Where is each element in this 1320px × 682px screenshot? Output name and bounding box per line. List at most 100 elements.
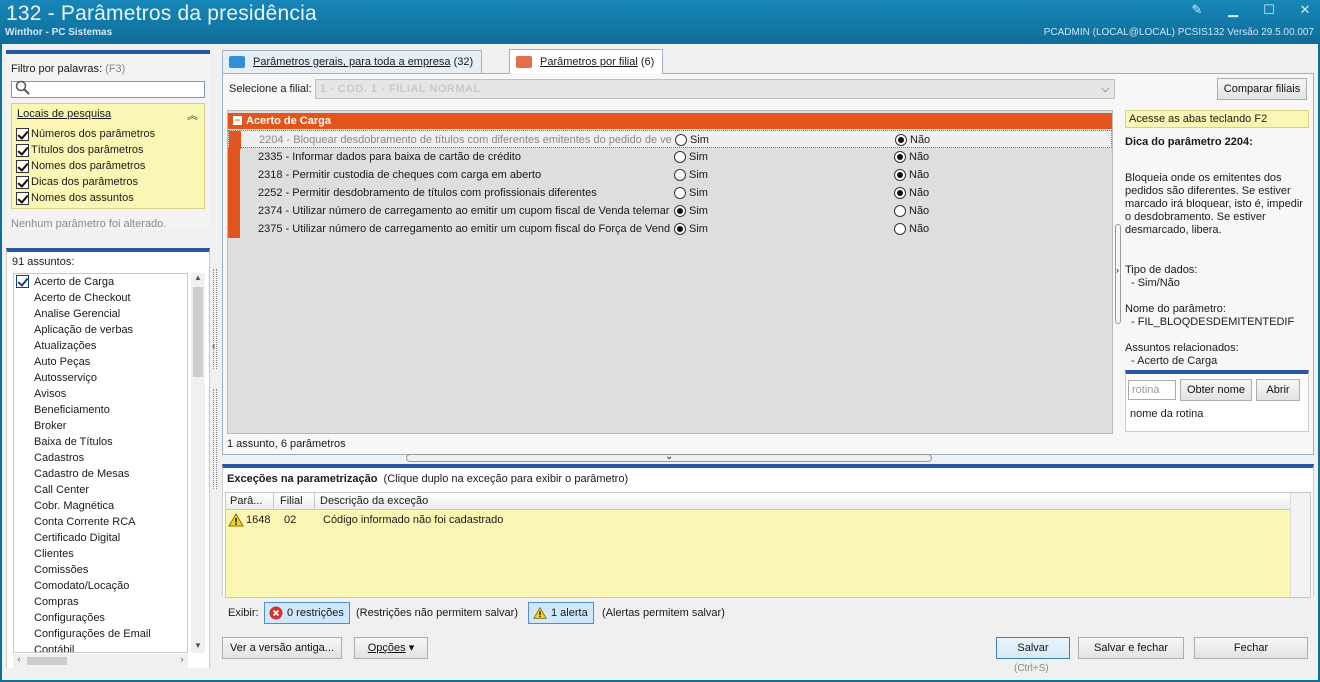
subjects-hscrollbar[interactable]: ‹ › [13, 654, 188, 668]
tab-branch-params[interactable]: Parâmetros por filial (6) [509, 49, 664, 74]
list-item[interactable]: Aplicação de verbas [14, 322, 187, 338]
list-item[interactable]: Call Center [14, 482, 187, 498]
param-row[interactable]: 2252 - Permitir desdobramento de títulos… [228, 184, 1112, 202]
collapse-icon[interactable]: − [233, 116, 242, 125]
edit-icon[interactable]: ✎ [1190, 2, 1204, 18]
close-window-button[interactable]: Fechar [1194, 637, 1308, 659]
list-item[interactable]: Certificado Digital [14, 530, 187, 546]
param-row[interactable]: 2318 - Permitir custodia de cheques com … [228, 166, 1112, 184]
list-item[interactable]: Conta Corrente RCA [14, 514, 187, 530]
list-item[interactable]: Cadastro de Mesas [14, 466, 187, 482]
list-item[interactable]: Comissões [14, 562, 187, 578]
location-checkbox[interactable]: Nomes dos parâmetros [16, 158, 145, 174]
maximize-button[interactable]: ☐ [1262, 2, 1276, 18]
routine-input[interactable]: rotina [1128, 380, 1176, 400]
minimize-button[interactable]: ▁ [1226, 2, 1240, 18]
alerts-toggle[interactable]: 1 alerta [528, 602, 594, 624]
radio-button[interactable] [674, 151, 686, 163]
compare-branches-button[interactable]: Comparar filiais [1217, 78, 1307, 100]
radio-no[interactable]: Não [894, 202, 929, 220]
col-param[interactable]: Parâ... [230, 495, 262, 507]
tab-general-params[interactable]: Parâmetros gerais, para toda a empresa (… [222, 50, 483, 73]
param-row[interactable]: 2335 - Informar dados para baixa de cart… [228, 148, 1112, 166]
subjects-list[interactable]: Acerto de Carga Acerto de Checkout Analise… [13, 273, 188, 653]
radio-button[interactable] [895, 134, 907, 146]
list-item[interactable]: Analise Gerencial [14, 306, 187, 322]
col-description[interactable]: Descrição da exceção [320, 495, 428, 507]
list-item[interactable]: Acerto de Carga [14, 274, 187, 290]
group-header[interactable]: − Acerto de Carga [228, 113, 1112, 129]
restrictions-toggle[interactable]: 0 restrições [264, 602, 350, 624]
scroll-thumb[interactable] [193, 287, 203, 377]
list-item[interactable]: Broker [14, 418, 187, 434]
location-checkbox[interactable]: Títulos dos parâmetros [16, 142, 144, 158]
radio-button[interactable] [894, 223, 906, 235]
radio-yes[interactable]: Sim [674, 202, 708, 220]
list-item[interactable]: Avisos [14, 386, 187, 402]
old-version-button[interactable]: Ver a versão antiga... [222, 637, 342, 659]
list-item[interactable]: Cadastros [14, 450, 187, 466]
checkbox[interactable] [16, 175, 29, 189]
radio-no[interactable]: Não [894, 184, 929, 202]
radio-yes[interactable]: Sim [674, 148, 708, 166]
param-row[interactable]: 2374 - Utilizar número de carregamento a… [228, 202, 1112, 220]
save-button[interactable]: Salvar [996, 637, 1070, 659]
collapse-icon[interactable]: ︽ [187, 107, 198, 123]
get-name-button[interactable]: Obter nome [1180, 379, 1252, 401]
radio-button[interactable] [674, 169, 686, 181]
radio-button[interactable] [674, 187, 686, 199]
options-button[interactable]: Opções ▾ [354, 637, 428, 659]
list-item[interactable]: Contábil [14, 642, 187, 652]
list-item[interactable]: Clientes [14, 546, 187, 562]
list-item[interactable]: Baixa de Títulos [14, 434, 187, 450]
radio-button[interactable] [675, 134, 687, 146]
radio-no[interactable]: Não [894, 148, 929, 166]
list-item[interactable]: Beneficiamento [14, 402, 187, 418]
exceptions-scrollbar[interactable] [1290, 493, 1310, 597]
location-checkbox[interactable]: Nomes dos assuntos [16, 190, 134, 206]
collapse-left-icon[interactable]: ‹ [212, 341, 215, 352]
subjects-scrollbar[interactable]: ▲ ▼ [191, 273, 205, 653]
radio-yes[interactable]: Sim [675, 131, 709, 149]
param-row[interactable]: 2375 - Utilizar número de carregamento a… [228, 220, 1112, 238]
save-close-button[interactable]: Salvar e fechar [1078, 637, 1184, 659]
checkbox[interactable] [16, 191, 29, 205]
radio-no[interactable]: Não [894, 220, 929, 238]
list-item[interactable]: Configurações [14, 610, 187, 626]
scroll-down-icon[interactable]: ▼ [191, 641, 205, 653]
param-row[interactable]: 2204 - Bloquear desdobramento de títulos… [228, 130, 1112, 149]
list-item[interactable]: Autosserviço [14, 370, 187, 386]
chevron-down-icon[interactable]: ⌄ [665, 451, 673, 462]
horizontal-splitter[interactable]: ⌄ [406, 451, 932, 462]
side-splitter[interactable]: › [1115, 224, 1121, 324]
checkbox[interactable] [16, 275, 29, 288]
radio-button[interactable] [894, 169, 906, 181]
location-checkbox[interactable]: Dicas dos parâmetros [16, 174, 138, 190]
list-item[interactable]: Comodato/Locação [14, 578, 187, 594]
radio-yes[interactable]: Sim [674, 166, 708, 184]
radio-no[interactable]: Não [894, 166, 929, 184]
radio-button[interactable] [674, 205, 686, 217]
checkbox[interactable] [16, 159, 29, 173]
radio-button[interactable] [894, 151, 906, 163]
list-item[interactable]: Configurações de Email [14, 626, 187, 642]
checkbox[interactable] [16, 127, 29, 141]
open-button[interactable]: Abrir [1256, 379, 1300, 401]
radio-button[interactable] [674, 223, 686, 235]
scroll-thumb[interactable] [27, 657, 67, 665]
left-splitter[interactable]: ‹ [212, 269, 218, 629]
chevron-down-icon[interactable]: ⌵ [1101, 80, 1110, 98]
radio-no[interactable]: Não [895, 131, 930, 149]
list-item[interactable]: Compras [14, 594, 187, 610]
scroll-up-icon[interactable]: ▲ [191, 273, 205, 285]
list-item[interactable]: Atualizações [14, 338, 187, 354]
list-item[interactable]: Cobr. Magnética [14, 498, 187, 514]
scroll-right-icon[interactable]: › [176, 654, 188, 664]
chevron-right-icon[interactable]: › [1116, 265, 1119, 275]
scroll-left-icon[interactable]: ‹ [13, 654, 25, 664]
search-input[interactable] [11, 80, 205, 98]
checkbox[interactable] [16, 143, 29, 157]
radio-yes[interactable]: Sim [674, 220, 708, 238]
table-row[interactable]: 1648 02 Código informado não foi cadastr… [226, 511, 1290, 529]
close-button[interactable]: ✕ [1298, 2, 1312, 18]
